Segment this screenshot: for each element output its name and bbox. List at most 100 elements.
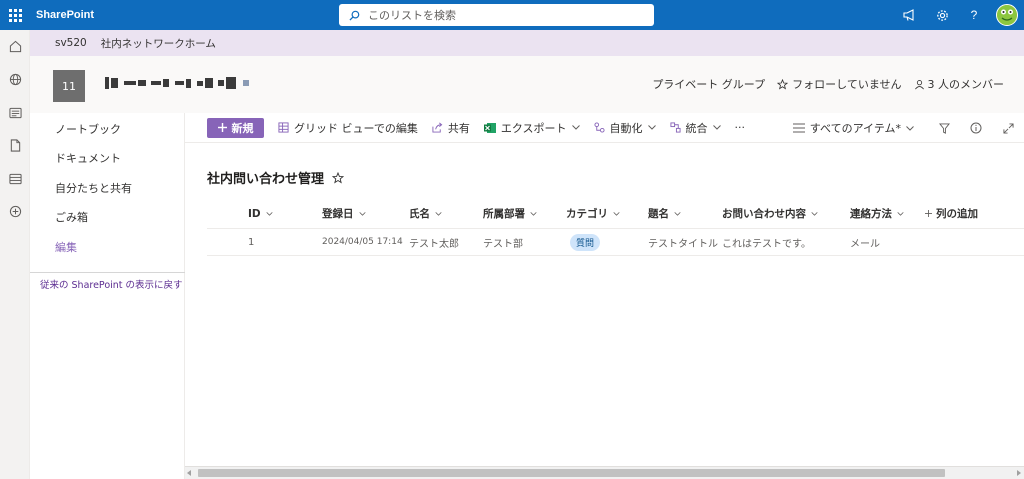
category-pill: 質問 — [570, 233, 601, 251]
column-header-label: 連絡方法 — [850, 208, 892, 220]
chevron-down-icon — [571, 125, 580, 130]
table-row[interactable]: 1 2024/04/05 17:14 テスト太郎 テスト部 質問 テストタイトル… — [207, 229, 1024, 256]
horizontal-scrollbar[interactable] — [185, 466, 1024, 479]
left-navigation: ノートブック ドキュメント 自分たちと共有 ごみ箱 編集 従来の SharePo… — [30, 113, 185, 479]
share-button[interactable]: 共有 — [432, 120, 470, 136]
column-header-label: お問い合わせ内容 — [722, 208, 806, 220]
more-commands-button[interactable]: ··· — [735, 121, 746, 134]
expand-icon[interactable] — [992, 113, 1024, 143]
classic-view-link[interactable]: 従来の SharePoint の表示に戻す — [30, 273, 184, 291]
hub-name-link[interactable]: 社内ネットワークホーム — [101, 36, 216, 51]
nav-item-recycle-bin[interactable]: ごみ箱 — [30, 203, 184, 233]
lists-icon[interactable] — [0, 162, 30, 195]
filter-icon[interactable] — [928, 113, 960, 143]
home-icon[interactable] — [0, 30, 30, 63]
nav-item-documents[interactable]: ドキュメント — [30, 144, 184, 174]
chevron-down-icon — [358, 211, 366, 216]
chevron-down-icon — [435, 211, 442, 216]
column-header-label: 所属部署 — [483, 208, 525, 220]
chevron-down-icon — [712, 125, 721, 130]
column-header-id[interactable]: ID — [248, 199, 273, 228]
column-header-department[interactable]: 所属部署 — [483, 199, 537, 228]
person-icon — [914, 79, 924, 89]
column-header-registered-date[interactable]: 登録日 — [322, 199, 366, 228]
site-title-redacted — [105, 73, 249, 93]
share-label: 共有 — [447, 121, 470, 135]
chevron-down-icon — [897, 211, 904, 216]
hub-bar: sv520 社内ネットワークホーム — [30, 30, 1024, 56]
nav-edit-link[interactable]: 編集 — [30, 232, 184, 262]
nav-item-notebook[interactable]: ノートブック — [30, 114, 184, 144]
add-column-button[interactable]: 列の追加 — [925, 199, 978, 228]
search-icon — [349, 10, 360, 21]
settings-gear-icon[interactable] — [926, 0, 958, 30]
avatar[interactable] — [996, 4, 1018, 26]
cell-contact-method: メール — [850, 238, 880, 250]
members-button[interactable]: 3 人のメンバー — [914, 76, 1004, 92]
view-selector[interactable]: すべてのアイテム* — [792, 120, 914, 136]
plus-icon — [925, 210, 932, 217]
column-header-category[interactable]: カテゴリ — [566, 199, 620, 228]
app-launcher-icon[interactable] — [0, 0, 30, 30]
list-title-text: 社内問い合わせ管理 — [207, 172, 325, 187]
hub-site-code[interactable]: sv520 — [55, 37, 87, 49]
search-input[interactable] — [368, 8, 638, 22]
new-item-button[interactable]: 新規 — [207, 117, 264, 138]
column-header-contact-method[interactable]: 連絡方法 — [850, 199, 904, 228]
document-icon[interactable] — [0, 129, 30, 162]
column-header-label: 登録日 — [322, 208, 354, 220]
column-header-label: 氏名 — [409, 208, 430, 220]
cell-inquiry-content: これはテストです。 — [722, 238, 811, 250]
column-header-name[interactable]: 氏名 — [409, 199, 442, 228]
integrate-button[interactable]: 統合 — [669, 120, 721, 136]
scroll-thumb[interactable] — [198, 469, 945, 477]
group-privacy: プライベート グループ — [652, 78, 766, 91]
export-button[interactable]: エクスポート — [483, 120, 580, 136]
add-column-label: 列の追加 — [936, 208, 978, 220]
chevron-down-icon — [647, 125, 656, 130]
globe-icon[interactable] — [0, 63, 30, 96]
excel-icon — [483, 122, 496, 133]
cell-id: 1 — [248, 236, 255, 248]
chevron-down-icon — [613, 211, 620, 216]
star-outline-icon — [777, 78, 789, 90]
megaphone-icon[interactable] — [894, 0, 926, 30]
cell-subject: テストタイトル — [648, 238, 718, 250]
column-header-label: 題名 — [648, 208, 669, 220]
follow-label: フォローしていません — [792, 78, 902, 91]
cell-department: テスト部 — [483, 238, 523, 250]
help-icon[interactable]: ? — [958, 0, 990, 30]
grid-edit-button[interactable]: グリッド ビューでの編集 — [278, 120, 418, 136]
news-icon[interactable] — [0, 96, 30, 129]
site-logo[interactable]: 11 — [53, 70, 85, 102]
chevron-down-icon — [906, 125, 914, 131]
new-label: 新規 — [231, 121, 254, 135]
favorite-star-icon[interactable] — [332, 171, 345, 184]
scroll-left-arrow-icon[interactable] — [187, 470, 191, 476]
list-title: 社内問い合わせ管理 — [207, 168, 345, 187]
nav-item-shared-with-us[interactable]: 自分たちと共有 — [30, 173, 184, 203]
automate-button[interactable]: 自動化 — [593, 120, 656, 136]
integrate-label: 統合 — [685, 121, 708, 135]
cell-registered-date: 2024/04/05 17:14 — [322, 237, 403, 247]
cell-name: テスト太郎 — [409, 238, 459, 250]
brand-name[interactable]: SharePoint — [36, 9, 94, 21]
column-header-label: カテゴリ — [566, 208, 608, 220]
chevron-down-icon — [811, 211, 818, 216]
follow-button[interactable]: フォローしていません — [777, 76, 902, 92]
share-icon — [432, 122, 443, 133]
column-header-subject[interactable]: 題名 — [648, 199, 681, 228]
command-bar: 新規 グリッド ビューでの編集 共有 エクスポート 自動化 統合 ··· すべて… — [185, 113, 1024, 143]
search-box[interactable] — [339, 4, 654, 26]
view-label: すべてのアイテム* — [809, 122, 901, 135]
export-label: エクスポート — [500, 121, 567, 135]
chevron-down-icon — [530, 211, 537, 216]
cell-category: 質問 — [570, 229, 601, 255]
info-icon[interactable] — [960, 113, 992, 143]
column-header-inquiry-content[interactable]: お問い合わせ内容 — [722, 199, 818, 228]
scroll-right-arrow-icon[interactable] — [1017, 470, 1021, 476]
list-grid: ID 登録日 氏名 所属部署 カテゴリ 題名 お問い合わせ内容 連絡方法 列の追… — [207, 199, 1024, 256]
create-plus-icon[interactable] — [0, 195, 30, 228]
grid-edit-label: グリッド ビューでの編集 — [294, 121, 418, 135]
flow-icon — [593, 122, 605, 133]
